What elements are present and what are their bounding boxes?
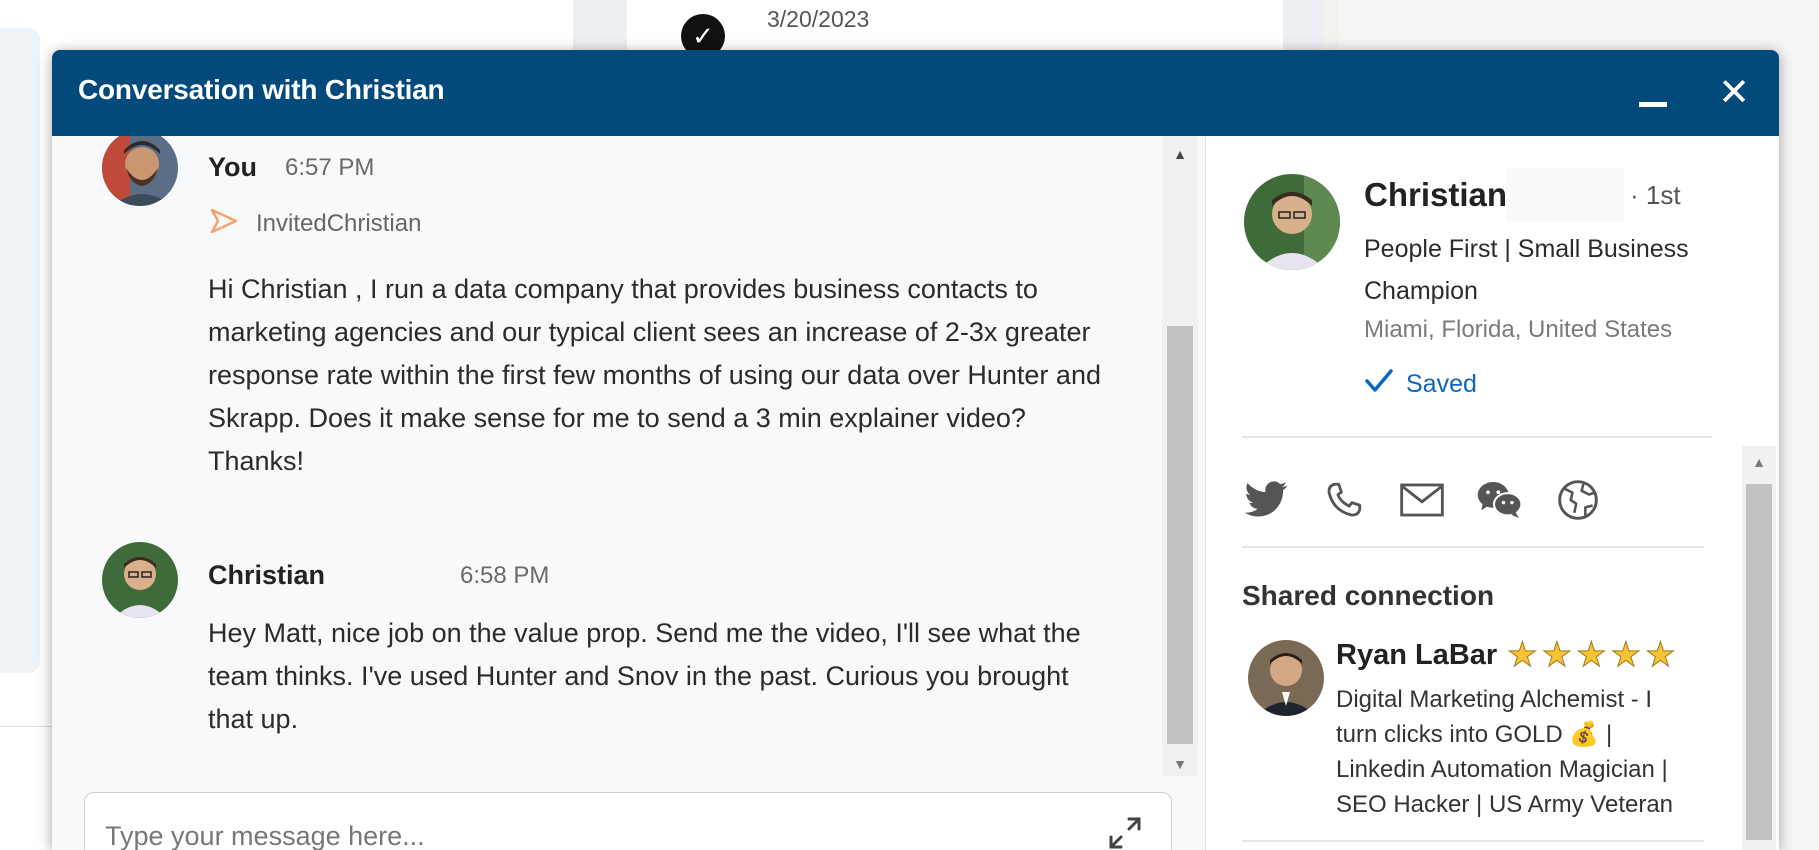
invite-text: InvitedChristian <box>256 209 422 237</box>
message-time: 6:58 PM <box>460 562 550 589</box>
scroll-up-arrow-icon[interactable]: ▲ <box>1162 146 1198 162</box>
star-icon: ★ <box>1576 636 1608 674</box>
scroll-thumb[interactable] <box>1746 484 1772 840</box>
minimize-button[interactable] <box>1631 68 1675 118</box>
star-icon: ★ <box>1610 636 1642 674</box>
scroll-thumb[interactable] <box>1167 326 1193 744</box>
expand-icon[interactable] <box>1105 813 1145 850</box>
shared-connection-headline: Digital Marketing Alchemist - I turn cli… <box>1336 686 1674 818</box>
profile-name[interactable]: Christian <box>1364 176 1507 214</box>
send-arrow-icon <box>210 208 238 239</box>
scroll-down-arrow-icon[interactable]: ▼ <box>1162 756 1198 772</box>
conversation-modal: Conversation with Christian ✕ You 6:57 P… <box>52 50 1779 850</box>
wechat-icon[interactable] <box>1476 476 1524 524</box>
close-icon: ✕ <box>1718 72 1750 114</box>
contact-icons <box>1242 476 1602 524</box>
profile-pane: Christian · 1st People First | Small Bus… <box>1205 136 1779 850</box>
profile-headline: People First | Small Business Champion <box>1364 235 1689 305</box>
modal-header: Conversation with Christian ✕ <box>52 50 1779 136</box>
avatar-you <box>102 136 178 206</box>
message-sender: Christian <box>208 560 326 590</box>
close-button[interactable]: ✕ <box>1712 68 1756 118</box>
divider <box>1242 436 1712 438</box>
modal-title: Conversation with Christian <box>78 74 445 105</box>
conversation-scrollbar[interactable]: ▲ ▼ <box>1162 136 1198 776</box>
saved-label: Saved <box>1406 370 1477 398</box>
email-icon[interactable] <box>1398 476 1446 524</box>
invite-status: InvitedChristian <box>210 208 421 239</box>
checkmark-icon <box>1364 368 1394 401</box>
redacted-surname <box>1506 168 1624 222</box>
star-icon: ★ <box>1507 636 1539 674</box>
message-input[interactable] <box>105 821 1055 850</box>
message-time: 6:57 PM <box>285 154 375 181</box>
message-body: Hi Christian , I run a data company that… <box>208 274 1101 476</box>
phone-icon[interactable] <box>1320 476 1368 524</box>
star-icon: ★ <box>1645 636 1677 674</box>
saved-button[interactable]: Saved <box>1364 368 1477 401</box>
profile-scrollbar[interactable]: ▲ <box>1742 446 1776 850</box>
divider <box>1242 546 1704 548</box>
message-body: Hey Matt, nice job on the value prop. Se… <box>208 618 1081 734</box>
connection-degree: · 1st <box>1630 180 1681 210</box>
background-card <box>0 28 40 673</box>
twitter-icon[interactable] <box>1242 476 1290 524</box>
shared-connection-avatar[interactable] <box>1248 640 1324 716</box>
message-composer <box>84 792 1172 850</box>
profile-location: Miami, Florida, United States <box>1364 316 1673 343</box>
minimize-icon <box>1639 101 1667 107</box>
star-icon: ★ <box>1541 636 1573 674</box>
profile-avatar[interactable] <box>1244 174 1340 270</box>
message-sender: You <box>208 152 257 182</box>
timeline-date: 3/20/2023 <box>767 6 870 32</box>
star-rating: ★ ★ ★ ★ ★ <box>1507 636 1677 674</box>
shared-connection-title: Shared connection <box>1242 580 1495 611</box>
avatar-christian <box>102 542 178 618</box>
conversation-pane: You 6:57 PM InvitedChristian Hi Christia… <box>52 136 1205 850</box>
website-icon[interactable] <box>1554 476 1602 524</box>
scroll-up-arrow-icon[interactable]: ▲ <box>1742 454 1776 470</box>
shared-connection-name[interactable]: Ryan LaBar ★ ★ ★ ★ ★ <box>1336 636 1677 674</box>
divider <box>1242 840 1704 842</box>
shared-connection-name-text[interactable]: Ryan LaBar <box>1336 639 1497 672</box>
